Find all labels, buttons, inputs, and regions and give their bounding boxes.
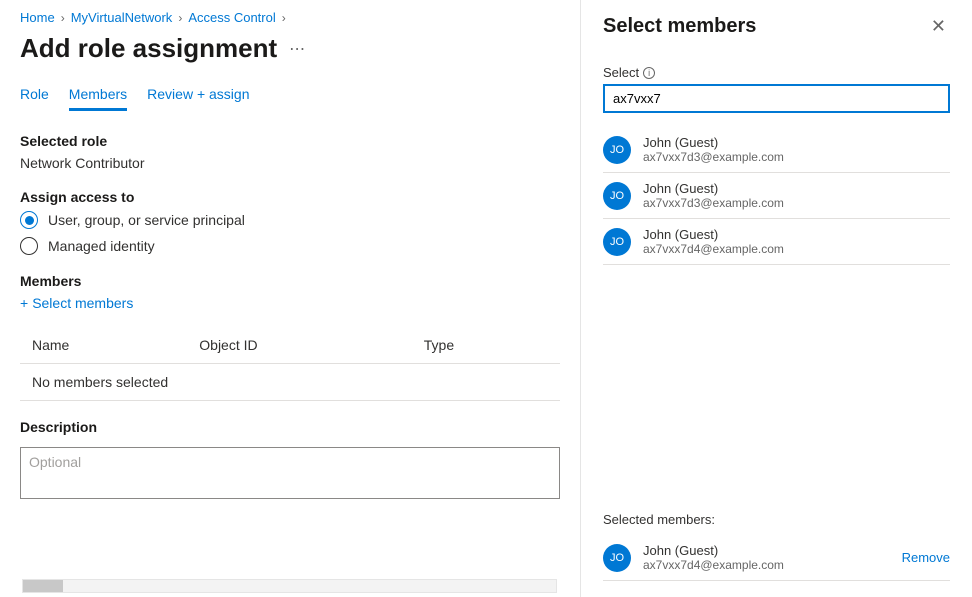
horizontal-scrollbar[interactable] — [22, 579, 557, 593]
members-table: Name Object ID Type No members selected — [20, 327, 560, 401]
member-name: John (Guest) — [643, 227, 950, 242]
member-info: John (Guest) ax7vxx7d3@example.com — [643, 181, 950, 210]
avatar: JO — [603, 136, 631, 164]
select-members-link[interactable]: + Select members — [20, 295, 133, 311]
avatar: JO — [603, 544, 631, 572]
member-email: ax7vxx7d4@example.com — [643, 242, 950, 256]
panel-title: Select members — [603, 15, 756, 38]
table-row: No members selected — [20, 364, 560, 401]
radio-label: User, group, or service principal — [48, 212, 245, 228]
member-info: John (Guest) ax7vxx7d3@example.com — [643, 135, 950, 164]
breadcrumb-vnet[interactable]: MyVirtualNetwork — [71, 10, 173, 25]
breadcrumb: Home › MyVirtualNetwork › Access Control… — [20, 10, 560, 25]
selected-role-label: Selected role — [20, 133, 560, 149]
avatar: JO — [603, 182, 631, 210]
radio-managed-identity[interactable]: Managed identity — [20, 237, 560, 255]
assign-access-label: Assign access to — [20, 189, 560, 205]
main-panel: Home › MyVirtualNetwork › Access Control… — [0, 0, 580, 597]
description-label: Description — [20, 419, 560, 435]
member-info: John (Guest) ax7vxx7d4@example.com — [643, 543, 890, 572]
member-name: John (Guest) — [643, 543, 890, 558]
list-item: JO John (Guest) ax7vxx7d4@example.com Re… — [603, 535, 950, 581]
chevron-right-icon: › — [61, 11, 65, 25]
remove-button[interactable]: Remove — [902, 550, 950, 565]
avatar: JO — [603, 228, 631, 256]
tabs: Role Members Review + assign — [20, 86, 560, 111]
member-name: John (Guest) — [643, 181, 950, 196]
tab-review-assign[interactable]: Review + assign — [147, 86, 249, 111]
member-name: John (Guest) — [643, 135, 950, 150]
empty-message: No members selected — [20, 364, 560, 401]
member-email: ax7vxx7d4@example.com — [643, 558, 890, 572]
list-item[interactable]: JO John (Guest) ax7vxx7d3@example.com — [603, 173, 950, 219]
info-icon[interactable]: i — [643, 67, 655, 79]
select-field-label: Select i — [603, 65, 950, 80]
breadcrumb-home[interactable]: Home — [20, 10, 55, 25]
more-actions-button[interactable]: ⋯ — [289, 39, 305, 59]
col-object-id[interactable]: Object ID — [187, 327, 412, 364]
tab-members[interactable]: Members — [69, 86, 127, 111]
selected-members-label: Selected members: — [603, 512, 950, 527]
members-label: Members — [20, 273, 560, 289]
selected-role-value: Network Contributor — [20, 155, 560, 171]
member-info: John (Guest) ax7vxx7d4@example.com — [643, 227, 950, 256]
select-members-label: Select members — [32, 295, 133, 311]
page-title: Add role assignment — [20, 33, 277, 64]
tab-role[interactable]: Role — [20, 86, 49, 111]
col-type[interactable]: Type — [412, 327, 560, 364]
selected-members-section: Selected members: JO John (Guest) ax7vxx… — [603, 492, 950, 581]
scrollbar-thumb[interactable] — [23, 580, 63, 592]
radio-label: Managed identity — [48, 238, 155, 254]
search-input[interactable] — [603, 84, 950, 113]
chevron-right-icon: › — [178, 11, 182, 25]
list-item[interactable]: JO John (Guest) ax7vxx7d4@example.com — [603, 219, 950, 265]
search-results: JO John (Guest) ax7vxx7d3@example.com JO… — [603, 127, 950, 265]
list-item[interactable]: JO John (Guest) ax7vxx7d3@example.com — [603, 127, 950, 173]
radio-icon — [20, 237, 38, 255]
close-icon[interactable]: ✕ — [927, 12, 950, 41]
description-input[interactable] — [20, 447, 560, 499]
description-section: Description — [20, 419, 560, 504]
chevron-right-icon: › — [282, 11, 286, 25]
panel-header: Select members ✕ — [603, 12, 950, 41]
plus-icon: + — [20, 295, 28, 311]
assign-access-radio-group: User, group, or service principal Manage… — [20, 211, 560, 255]
radio-icon — [20, 211, 38, 229]
radio-user-group-sp[interactable]: User, group, or service principal — [20, 211, 560, 229]
breadcrumb-access-control[interactable]: Access Control — [188, 10, 275, 25]
page-title-row: Add role assignment ⋯ — [20, 33, 560, 64]
col-name[interactable]: Name — [20, 327, 187, 364]
member-email: ax7vxx7d3@example.com — [643, 150, 950, 164]
select-members-panel: Select members ✕ Select i JO John (Guest… — [580, 0, 972, 597]
member-email: ax7vxx7d3@example.com — [643, 196, 950, 210]
